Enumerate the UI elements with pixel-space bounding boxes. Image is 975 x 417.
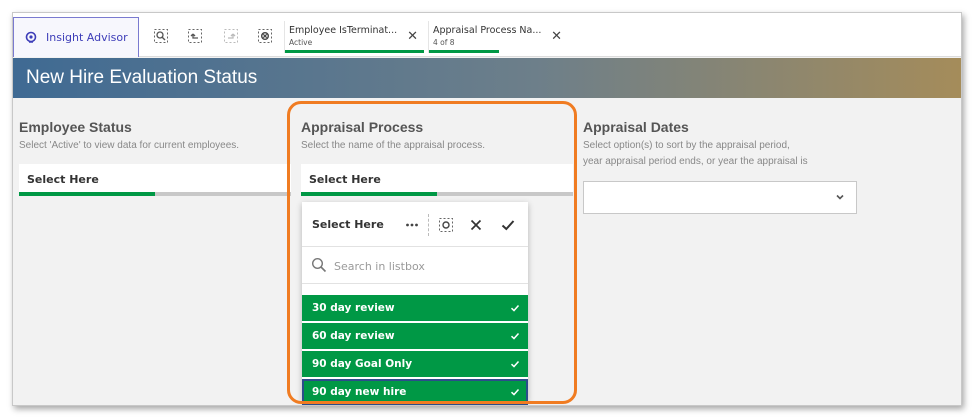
more-icon <box>406 223 418 227</box>
selection-progress-bar <box>19 192 155 196</box>
toolbar: Insight Advisor Employee IsTerminat... A… <box>13 13 961 57</box>
filter-value-label: Select Here <box>309 173 381 186</box>
search-input[interactable] <box>334 257 519 275</box>
checkmark-icon <box>510 388 520 396</box>
insight-advisor-label: Insight Advisor <box>46 31 128 44</box>
close-icon[interactable]: ✕ <box>407 29 418 44</box>
appraisal-dates-description: Select option(s) to sort by the appraisa… <box>583 138 883 170</box>
listbox-title: Select Here <box>312 218 384 231</box>
checkmark-icon <box>510 304 520 312</box>
step-back-icon <box>188 29 202 43</box>
close-icon[interactable]: ✕ <box>551 29 562 44</box>
divider <box>428 214 429 236</box>
appraisal-process-title: Appraisal Process <box>301 119 424 135</box>
selection-progress-bar <box>301 192 437 196</box>
sheet-header: New Hire Evaluation Status <box>13 58 961 98</box>
listbox-search <box>302 248 528 284</box>
clear-selection-button[interactable] <box>436 215 456 235</box>
appraisal-dates-dropdown[interactable] <box>583 181 857 214</box>
listbox-item[interactable]: 30 day review <box>302 295 528 322</box>
lightbulb-icon <box>25 31 37 43</box>
description-line: Select option(s) to sort by the appraisa… <box>583 140 790 151</box>
listbox-item-label: 90 day new hire <box>312 386 407 398</box>
insight-advisor-button[interactable]: Insight Advisor <box>13 17 139 57</box>
selection-chip-title: Employee IsTerminat... <box>289 25 398 36</box>
listbox-item[interactable]: 90 day Goal Only <box>302 351 528 378</box>
listbox-item[interactable]: 60 day review <box>302 323 528 350</box>
appraisal-dates-title: Appraisal Dates <box>583 119 689 135</box>
selection-chip-title: Appraisal Process Na... <box>433 25 542 36</box>
more-options-button[interactable] <box>402 215 422 235</box>
appraisal-process-listbox: Select Here 30 day review 60 day revi <box>302 202 528 405</box>
filter-value-label: Select Here <box>27 173 99 186</box>
search-icon <box>311 257 327 273</box>
clear-selection-icon <box>439 218 453 232</box>
listbox-item-label: 90 day Goal Only <box>312 358 413 370</box>
selection-chip-subtitle: Active <box>289 38 313 47</box>
checkmark-icon <box>510 332 520 340</box>
checkmark-icon <box>510 360 520 368</box>
appraisal-process-description: Select the name of the appraisal process… <box>301 140 485 151</box>
page-title: New Hire Evaluation Status <box>26 67 258 88</box>
selection-chip-progress <box>429 50 499 53</box>
listbox-item-label: 60 day review <box>312 330 395 342</box>
clear-selections-icon <box>258 29 272 43</box>
selection-chip-appraisal-process[interactable]: Appraisal Process Na... 4 of 8 ✕ <box>428 21 568 53</box>
appraisal-process-filter[interactable]: Select Here <box>301 164 573 196</box>
confirm-selection-button[interactable] <box>498 215 518 235</box>
close-icon <box>470 219 482 231</box>
cancel-selection-button[interactable] <box>466 215 486 235</box>
listbox-item[interactable]: 90 day new hire <box>302 379 528 405</box>
step-forward-icon <box>224 29 238 43</box>
clear-all-button[interactable] <box>255 26 275 46</box>
selection-chip-progress <box>285 50 424 53</box>
chevron-down-icon <box>836 194 844 200</box>
description-line: year appraisal period ends, or year the … <box>583 156 808 167</box>
employee-status-filter[interactable]: Select Here <box>19 164 291 196</box>
smart-search-icon <box>154 29 168 43</box>
selection-chip-subtitle: 4 of 8 <box>433 38 455 47</box>
checkmark-icon <box>501 220 515 231</box>
listbox-item-label: 30 day review <box>312 302 395 314</box>
employee-status-description: Select 'Active' to view data for current… <box>19 140 240 151</box>
selection-chip-employee-status[interactable]: Employee IsTerminat... Active ✕ <box>284 21 424 53</box>
employee-status-title: Employee Status <box>19 119 132 135</box>
app-frame: Insight Advisor Employee IsTerminat... A… <box>12 12 962 406</box>
smart-search-button[interactable] <box>151 26 171 46</box>
step-back-button[interactable] <box>185 26 205 46</box>
listbox-header: Select Here <box>302 202 528 247</box>
step-forward-button[interactable] <box>221 26 241 46</box>
